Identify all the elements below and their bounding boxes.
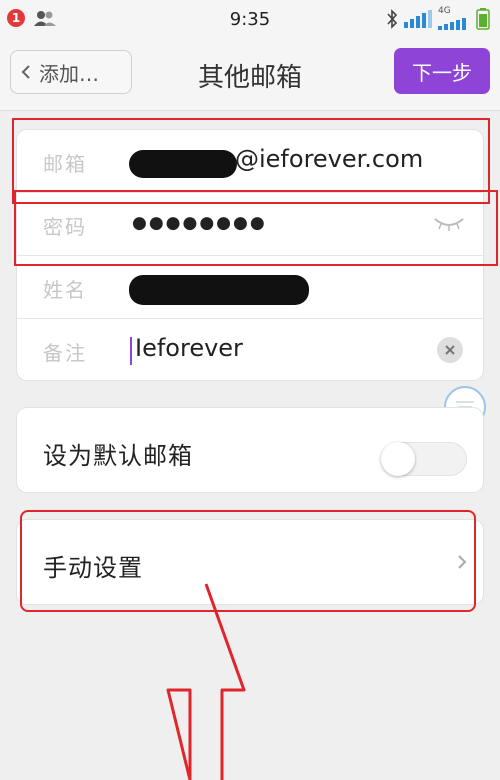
bluetooth-icon — [387, 9, 398, 29]
network-type-label: 4G — [438, 6, 451, 16]
default-mailbox-toggle[interactable] — [381, 442, 467, 476]
navigation-bar: 添加… 其他邮箱 下一步 — [0, 40, 500, 111]
status-icons: 4G — [386, 6, 490, 30]
next-step-button[interactable]: 下一步 — [394, 48, 490, 94]
signal-4g-icon — [438, 18, 466, 30]
default-mailbox-label: 设为默认邮箱 — [43, 442, 193, 470]
status-bar: 1 9:35 4G — [0, 0, 500, 40]
close-icon — [445, 345, 455, 355]
signal-icon — [404, 10, 432, 28]
name-label: 姓名 — [43, 278, 87, 302]
default-mailbox-card: 设为默认邮箱 — [17, 408, 483, 492]
redacted-name — [129, 275, 309, 305]
note-field[interactable]: Ieforever — [135, 334, 243, 362]
toggle-knob — [381, 442, 415, 476]
clear-note-button[interactable] — [437, 337, 463, 363]
annotation-password-box — [14, 190, 498, 266]
note-label: 备注 — [43, 341, 87, 365]
note-row[interactable]: 备注 Ieforever — [17, 319, 483, 381]
text-cursor — [130, 337, 132, 365]
annotation-arrow — [166, 583, 246, 780]
battery-icon — [476, 8, 490, 30]
